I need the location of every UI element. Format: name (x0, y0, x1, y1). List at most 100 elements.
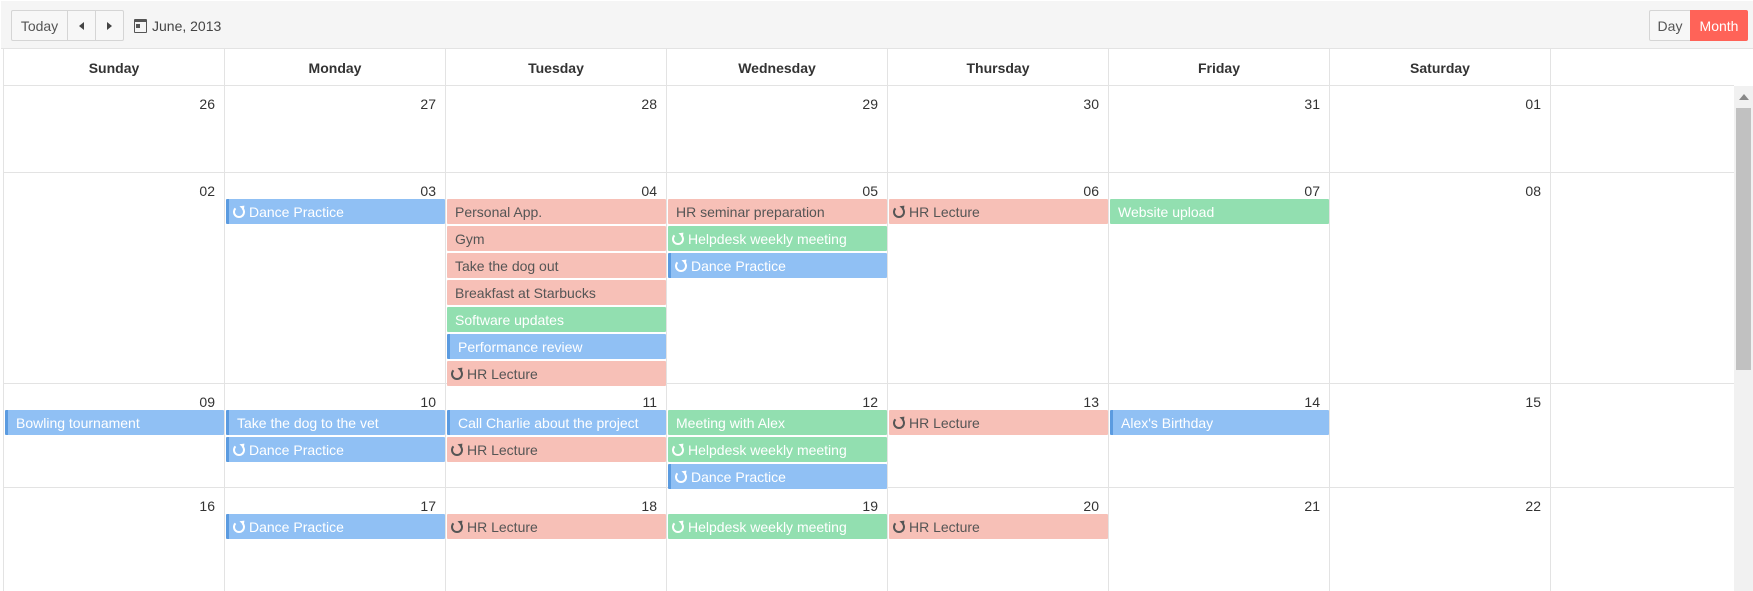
day-number[interactable]: 28 (641, 96, 657, 112)
recurrence-icon (451, 520, 463, 533)
event-title: HR Lecture (467, 518, 538, 535)
day-number[interactable]: 12 (862, 394, 878, 410)
calendar-event[interactable]: Meeting with Alex (668, 410, 887, 435)
day-number[interactable]: 26 (199, 96, 215, 112)
triangle-right-icon (107, 21, 112, 30)
calendar-event[interactable]: HR Lecture (447, 361, 666, 386)
day-number[interactable]: 05 (862, 183, 878, 199)
day-number[interactable]: 29 (862, 96, 878, 112)
calendar-event[interactable]: Breakfast at Starbucks (447, 280, 666, 305)
calendar-event[interactable]: HR Lecture (447, 437, 666, 462)
day-cell[interactable]: 31 (1109, 86, 1330, 172)
view-month-button[interactable]: Month (1690, 10, 1748, 41)
calendar-event[interactable]: Dance Practice (668, 253, 887, 278)
day-number[interactable]: 21 (1304, 498, 1320, 514)
calendar-event[interactable]: HR Lecture (447, 514, 666, 539)
day-number[interactable]: 20 (1083, 498, 1099, 514)
day-number[interactable]: 11 (642, 394, 657, 410)
day-number[interactable]: 01 (1525, 96, 1541, 112)
scroll-up-arrow-icon[interactable] (1739, 94, 1749, 100)
day-number[interactable]: 30 (1083, 96, 1099, 112)
day-cell[interactable]: 17 (225, 488, 446, 591)
day-cell[interactable]: 30 (888, 86, 1109, 172)
calendar-event[interactable]: Performance review (447, 334, 666, 359)
weekday-header-friday: Friday (1109, 49, 1330, 86)
recurrence-icon (451, 367, 463, 380)
view-day-button[interactable]: Day (1649, 10, 1691, 41)
day-cell[interactable]: 14 (1109, 384, 1330, 487)
calendar-event[interactable]: Helpdesk weekly meeting (668, 226, 887, 251)
recurrence-icon (893, 205, 905, 218)
day-number[interactable]: 06 (1083, 183, 1099, 199)
day-cell[interactable]: 26 (4, 86, 225, 172)
recurrence-icon (451, 443, 463, 456)
calendar-event[interactable]: Helpdesk weekly meeting (668, 437, 887, 462)
calendar-event[interactable]: Gym (447, 226, 666, 251)
calendar-event[interactable]: Call Charlie about the project (447, 410, 666, 435)
calendar-event[interactable]: Dance Practice (226, 437, 445, 462)
scroll-thumb[interactable] (1736, 108, 1751, 370)
calendar-event[interactable]: HR Lecture (889, 514, 1108, 539)
day-number[interactable]: 18 (641, 498, 657, 514)
calendar-event[interactable]: Helpdesk weekly meeting (668, 514, 887, 539)
day-number[interactable]: 19 (862, 498, 878, 514)
day-number[interactable]: 04 (641, 183, 657, 199)
day-cell[interactable]: 09 (4, 384, 225, 487)
scheduler-toolbar: Today June, 2013 Day Month (1, 1, 1753, 49)
day-number[interactable]: 27 (420, 96, 436, 112)
next-period-button[interactable] (95, 10, 124, 41)
calendar-icon (134, 19, 147, 33)
day-cell[interactable]: 27 (225, 86, 446, 172)
calendar-event[interactable]: HR Lecture (889, 199, 1108, 224)
day-number[interactable]: 02 (199, 183, 215, 199)
day-cell[interactable]: 28 (446, 86, 667, 172)
day-number[interactable]: 16 (199, 498, 215, 514)
event-title: Dance Practice (249, 441, 344, 458)
day-cell[interactable]: 08 (1330, 173, 1551, 383)
calendar-event[interactable]: Take the dog to the vet (226, 410, 445, 435)
day-cell[interactable]: 11 (446, 384, 667, 487)
day-cell[interactable]: 01 (1330, 86, 1551, 172)
day-cell[interactable]: 22 (1330, 488, 1551, 591)
event-title: Helpdesk weekly meeting (688, 441, 847, 458)
calendar-event[interactable]: Software updates (447, 307, 666, 332)
day-number[interactable]: 14 (1304, 394, 1320, 410)
day-cell[interactable]: 10 (225, 384, 446, 487)
calendar-event[interactable]: Bowling tournament (5, 410, 224, 435)
calendar-event[interactable]: Website upload (1110, 199, 1329, 224)
calendar-event[interactable]: HR Lecture (889, 410, 1108, 435)
calendar-event[interactable]: HR seminar preparation (668, 199, 887, 224)
day-cell[interactable]: 20 (888, 488, 1109, 591)
day-number[interactable]: 07 (1304, 183, 1320, 199)
recurrence-icon (672, 443, 684, 456)
day-number[interactable]: 08 (1525, 183, 1541, 199)
day-cell[interactable]: 29 (667, 86, 888, 172)
previous-period-button[interactable] (67, 10, 96, 41)
day-number[interactable]: 15 (1525, 394, 1541, 410)
calendar-event[interactable]: Dance Practice (226, 514, 445, 539)
day-number[interactable]: 13 (1083, 394, 1099, 410)
calendar-event[interactable]: Dance Practice (226, 199, 445, 224)
event-title: Alex's Birthday (1121, 414, 1214, 431)
day-number[interactable]: 03 (420, 183, 436, 199)
day-number[interactable]: 22 (1525, 498, 1541, 514)
day-number[interactable]: 31 (1304, 96, 1320, 112)
calendar-event[interactable]: Take the dog out (447, 253, 666, 278)
weekday-header-thursday: Thursday (888, 49, 1109, 86)
day-number[interactable]: 09 (199, 394, 215, 410)
day-cell[interactable]: 16 (4, 488, 225, 591)
day-cell[interactable]: 21 (1109, 488, 1330, 591)
calendar-event[interactable]: Personal App. (447, 199, 666, 224)
day-cell[interactable]: 19 (667, 488, 888, 591)
day-cell[interactable]: 13 (888, 384, 1109, 487)
calendar-event[interactable]: Dance Practice (668, 464, 887, 489)
today-button[interactable]: Today (11, 10, 68, 41)
calendar-event[interactable]: Alex's Birthday (1110, 410, 1329, 435)
day-number[interactable]: 10 (420, 394, 436, 410)
day-cell[interactable]: 02 (4, 173, 225, 383)
current-period-picker[interactable]: June, 2013 (134, 16, 221, 36)
vertical-scrollbar[interactable] (1734, 86, 1753, 591)
day-cell[interactable]: 18 (446, 488, 667, 591)
day-number[interactable]: 17 (420, 498, 436, 514)
day-cell[interactable]: 15 (1330, 384, 1551, 487)
